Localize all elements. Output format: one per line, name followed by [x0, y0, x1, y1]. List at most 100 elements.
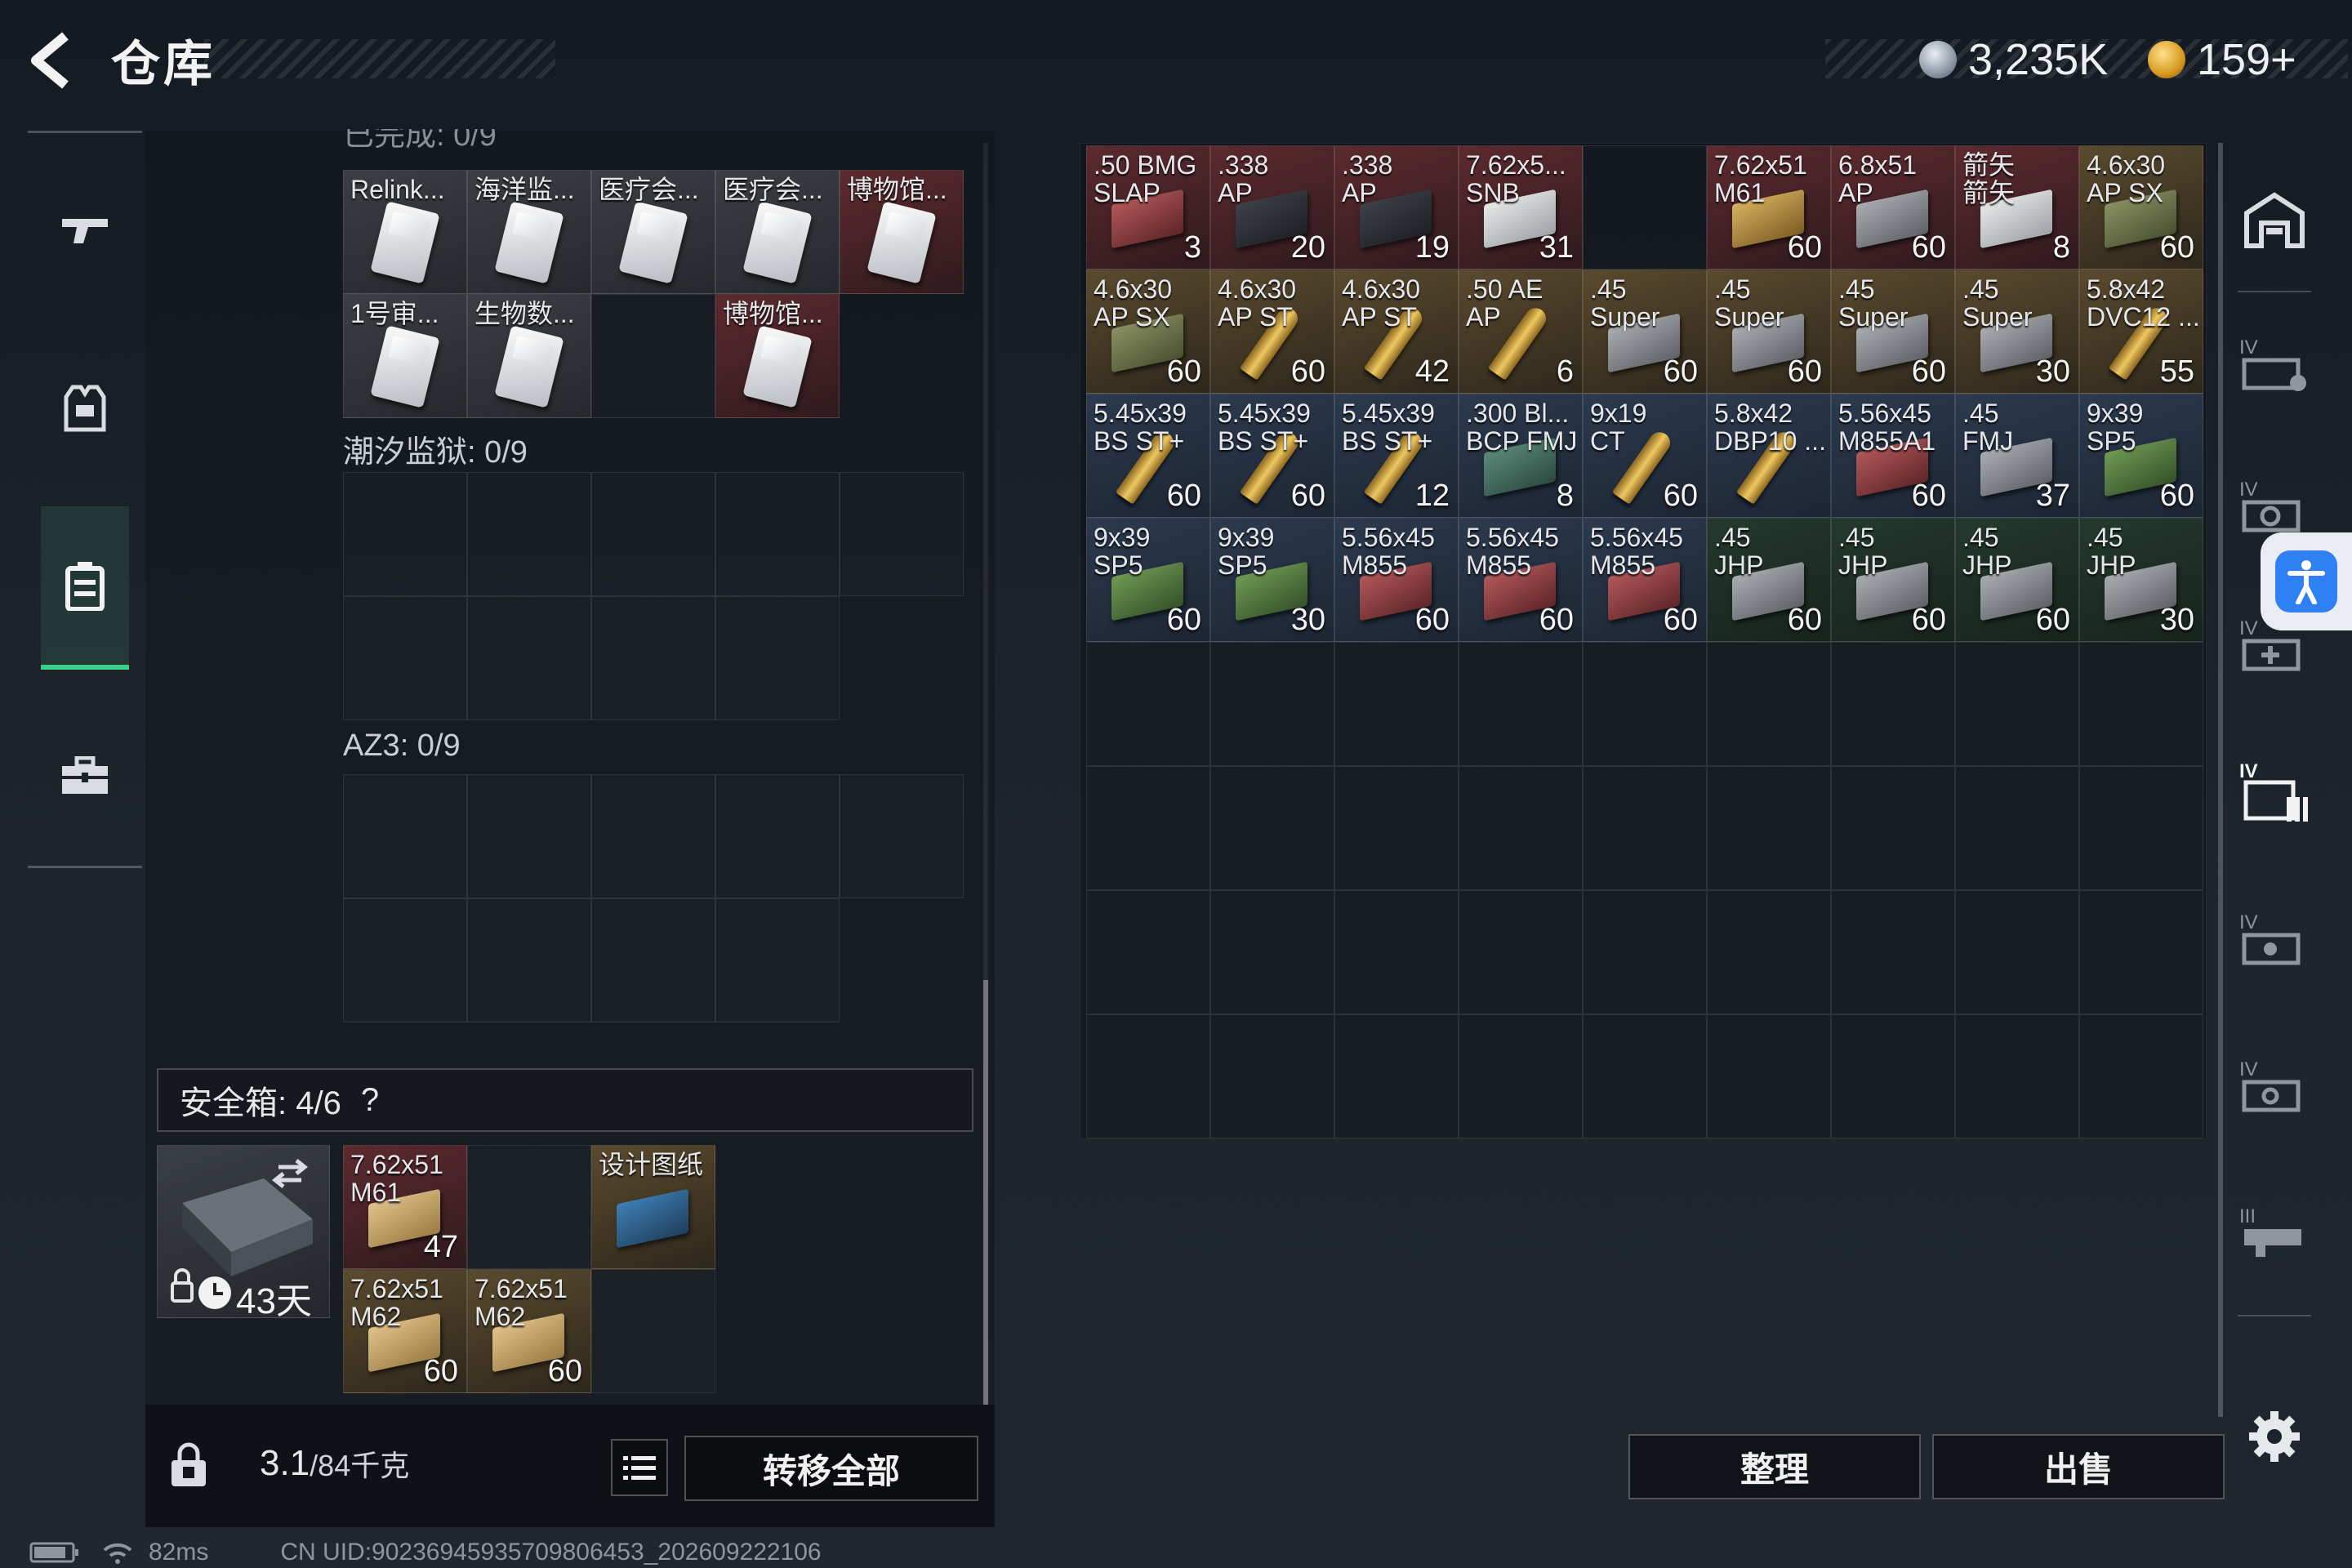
empty-slot[interactable] — [1831, 642, 1955, 766]
empty-slot[interactable] — [1086, 642, 1210, 766]
sort-button[interactable]: 整理 — [1628, 1434, 1921, 1499]
safebox-item[interactable]: 7.62x51 M62 60 — [343, 1269, 467, 1393]
empty-slot[interactable] — [1583, 890, 1707, 1014]
safebox-item[interactable]: 7.62x51 M61 47 — [343, 1145, 467, 1269]
rail-weapon-case[interactable]: III — [2234, 1168, 2314, 1298]
nav-vest[interactable] — [28, 327, 142, 490]
collection-item[interactable]: Relink... — [343, 170, 467, 294]
rail-warehouse[interactable] — [2234, 155, 2314, 286]
empty-slot[interactable] — [1210, 642, 1334, 766]
storage-item[interactable]: 5.45x39 BS ST+ 12 — [1334, 394, 1459, 518]
grid-cell[interactable] — [467, 596, 591, 720]
safebox-item[interactable]: 设计图纸 — [591, 1145, 715, 1269]
empty-slot[interactable] — [1583, 642, 1707, 766]
collection-item[interactable]: 医疗会... — [715, 170, 840, 294]
empty-slot[interactable] — [1831, 766, 1955, 890]
storage-item[interactable]: 5.56x45 M855 60 — [1334, 518, 1459, 642]
storage-item[interactable]: .45 Super 60 — [1583, 270, 1707, 394]
storage-scrollbar[interactable] — [2218, 143, 2223, 1417]
empty-slot[interactable] — [1583, 145, 1707, 270]
nav-backpack[interactable] — [41, 506, 129, 670]
storage-item[interactable]: 5.45x39 BS ST+ 60 — [1086, 394, 1210, 518]
storage-item[interactable]: 9x39 SP5 60 — [1086, 518, 1210, 642]
rail-storage-case-active[interactable]: IV — [2234, 727, 2314, 858]
empty-slot[interactable] — [2079, 766, 2203, 890]
storage-item[interactable]: 5.56x45 M855 60 — [1583, 518, 1707, 642]
storage-item[interactable]: .50 BMG SLAP 3 — [1086, 145, 1210, 270]
storage-item[interactable]: 箭矢 箭矢 8 — [1955, 145, 2079, 270]
empty-slot[interactable] — [1583, 1014, 1707, 1138]
grid-cell[interactable] — [591, 898, 715, 1022]
collection-item[interactable]: 1号审... — [343, 294, 467, 418]
scrollbar-thumb[interactable] — [983, 980, 988, 1405]
empty-slot[interactable] — [591, 1269, 715, 1393]
storage-item[interactable]: 4.6x30 AP SX 60 — [1086, 270, 1210, 394]
grid-cell[interactable] — [343, 472, 467, 596]
collection-item[interactable]: 博物馆... — [715, 294, 840, 418]
empty-slot[interactable] — [1707, 1014, 1831, 1138]
grid-cell[interactable] — [467, 472, 591, 596]
storage-item[interactable]: 9x19 CT 60 — [1583, 394, 1707, 518]
safebox-container[interactable]: 43天 — [157, 1145, 330, 1321]
storage-item[interactable]: .300 Bl... BCP FMJ 8 — [1459, 394, 1583, 518]
empty-slot[interactable] — [1831, 890, 1955, 1014]
empty-slot[interactable] — [1583, 766, 1707, 890]
empty-slot[interactable] — [2079, 642, 2203, 766]
list-view-button[interactable] — [611, 1439, 668, 1496]
storage-item[interactable]: 4.6x30 AP ST 60 — [1210, 270, 1334, 394]
storage-item[interactable]: .338 AP 20 — [1210, 145, 1334, 270]
rail-parts-case-2[interactable]: IV — [2234, 1021, 2314, 1152]
storage-item[interactable]: .45 JHP 30 — [2079, 518, 2203, 642]
currency-gold[interactable]: 159+ — [2148, 31, 2296, 88]
storage-item[interactable]: 9x39 SP5 30 — [1210, 518, 1334, 642]
grid-cell[interactable] — [467, 898, 591, 1022]
grid-cell[interactable] — [840, 774, 964, 898]
storage-item[interactable]: 7.62x5... SNB 31 — [1459, 145, 1583, 270]
empty-slot[interactable] — [1459, 1014, 1583, 1138]
storage-item[interactable]: .45 JHP 60 — [1831, 518, 1955, 642]
empty-slot[interactable] — [1831, 1014, 1955, 1138]
storage-item[interactable]: .338 AP 19 — [1334, 145, 1459, 270]
empty-slot[interactable] — [1459, 766, 1583, 890]
empty-slot[interactable] — [1086, 766, 1210, 890]
grid-cell[interactable] — [591, 774, 715, 898]
accessibility-button[interactable] — [2261, 532, 2352, 630]
storage-item[interactable]: 9x39 SP5 60 — [2079, 394, 2203, 518]
storage-item[interactable]: 7.62x51 M61 60 — [1707, 145, 1831, 270]
empty-slot[interactable] — [1955, 1014, 2079, 1138]
currency-silver[interactable]: 3,235K — [1919, 31, 2108, 88]
grid-cell[interactable] — [591, 596, 715, 720]
grid-cell[interactable] — [343, 898, 467, 1022]
sell-button[interactable]: 出售 — [1932, 1434, 2225, 1499]
storage-item[interactable]: .50 AE AP 6 — [1459, 270, 1583, 394]
empty-slot[interactable] — [1707, 642, 1831, 766]
empty-slot[interactable] — [1334, 1014, 1459, 1138]
empty-slot[interactable] — [2079, 1014, 2203, 1138]
grid-cell[interactable] — [715, 774, 840, 898]
storage-item[interactable]: .45 JHP 60 — [1955, 518, 2079, 642]
empty-slot[interactable] — [1334, 766, 1459, 890]
empty-slot[interactable] — [591, 294, 715, 418]
empty-slot[interactable] — [1210, 890, 1334, 1014]
empty-slot[interactable] — [1334, 890, 1459, 1014]
collection-item[interactable]: 生物数... — [467, 294, 591, 418]
collection-item[interactable]: 医疗会... — [591, 170, 715, 294]
storage-item[interactable]: 5.8x42 DBP10 ... — [1707, 394, 1831, 518]
storage-item[interactable]: 5.56x45 M855A1 60 — [1831, 394, 1955, 518]
empty-slot[interactable] — [1459, 642, 1583, 766]
storage-item[interactable]: .45 Super 60 — [1831, 270, 1955, 394]
empty-slot[interactable] — [1086, 890, 1210, 1014]
empty-slot[interactable] — [1707, 766, 1831, 890]
grid-cell[interactable] — [343, 596, 467, 720]
storage-item[interactable]: 4.6x30 AP ST 42 — [1334, 270, 1459, 394]
storage-item[interactable]: 6.8x51 AP 60 — [1831, 145, 1955, 270]
empty-slot[interactable] — [1955, 890, 2079, 1014]
empty-slot[interactable] — [1707, 890, 1831, 1014]
storage-item[interactable]: 5.56x45 M855 60 — [1459, 518, 1583, 642]
settings-button[interactable] — [2247, 1410, 2301, 1463]
empty-slot[interactable] — [2079, 890, 2203, 1014]
grid-cell[interactable] — [715, 898, 840, 1022]
empty-slot[interactable] — [1086, 1014, 1210, 1138]
collection-item[interactable]: 海洋监... — [467, 170, 591, 294]
grid-cell[interactable] — [840, 472, 964, 596]
